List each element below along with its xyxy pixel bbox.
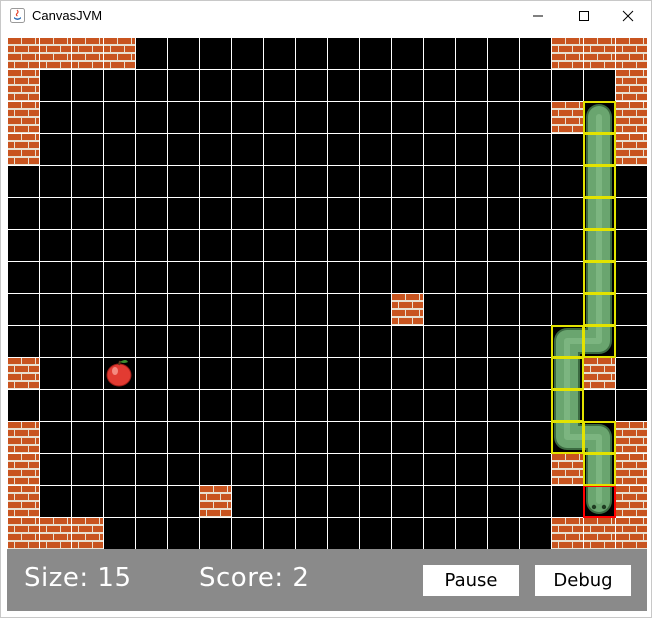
brick-wall-tile	[551, 37, 583, 69]
brick-wall-tile	[39, 517, 71, 549]
brick-wall-tile	[7, 37, 39, 69]
brick-wall-tile	[551, 101, 583, 133]
app-window: CanvasJVM Size: 15 Score: 2 Pause Debug	[0, 0, 652, 618]
brick-wall-tile	[615, 421, 647, 453]
brick-wall-tile	[615, 485, 647, 517]
maximize-button[interactable]	[561, 1, 607, 31]
brick-wall-tile	[551, 517, 583, 549]
snake-size-label: Size: 15	[24, 563, 132, 593]
brick-wall-tile	[103, 37, 135, 69]
debug-button[interactable]: Debug	[535, 565, 631, 596]
brick-wall-tile	[583, 37, 615, 69]
brick-wall-tile	[7, 101, 39, 133]
brick-wall-tile	[199, 485, 231, 517]
brick-wall-tile	[615, 69, 647, 101]
brick-wall-tile	[583, 357, 615, 389]
game-canvas	[7, 37, 647, 549]
game-board[interactable]	[7, 37, 647, 549]
brick-wall-tile	[615, 453, 647, 485]
brick-wall-tile	[615, 37, 647, 69]
brick-wall-tile	[615, 101, 647, 133]
brick-wall-tile	[7, 517, 39, 549]
brick-wall-tile	[7, 421, 39, 453]
brick-wall-tile	[615, 517, 647, 549]
pause-button[interactable]: Pause	[423, 565, 519, 596]
brick-wall-tile	[71, 517, 103, 549]
minimize-icon	[533, 15, 543, 17]
brick-wall-tile	[583, 517, 615, 549]
java-app-icon	[10, 8, 25, 23]
brick-wall-tile	[7, 69, 39, 101]
score-label: Score: 2	[199, 563, 310, 593]
brick-wall-tile	[7, 485, 39, 517]
brick-wall-tile	[7, 357, 39, 389]
brick-wall-tile	[615, 133, 647, 165]
status-bar: Size: 15 Score: 2 Pause Debug	[7, 549, 647, 611]
minimize-button[interactable]	[515, 1, 561, 31]
brick-wall-tile	[39, 37, 71, 69]
grid-lines	[7, 37, 647, 549]
window-title: CanvasJVM	[32, 8, 103, 23]
maximize-icon	[579, 11, 589, 21]
brick-wall-tile	[71, 37, 103, 69]
close-button[interactable]	[605, 1, 651, 31]
brick-wall-tile	[391, 293, 423, 325]
close-icon	[622, 10, 634, 22]
brick-wall-tile	[7, 453, 39, 485]
title-bar[interactable]: CanvasJVM	[1, 1, 651, 31]
brick-wall-tile	[551, 453, 583, 485]
brick-wall-tile	[7, 133, 39, 165]
